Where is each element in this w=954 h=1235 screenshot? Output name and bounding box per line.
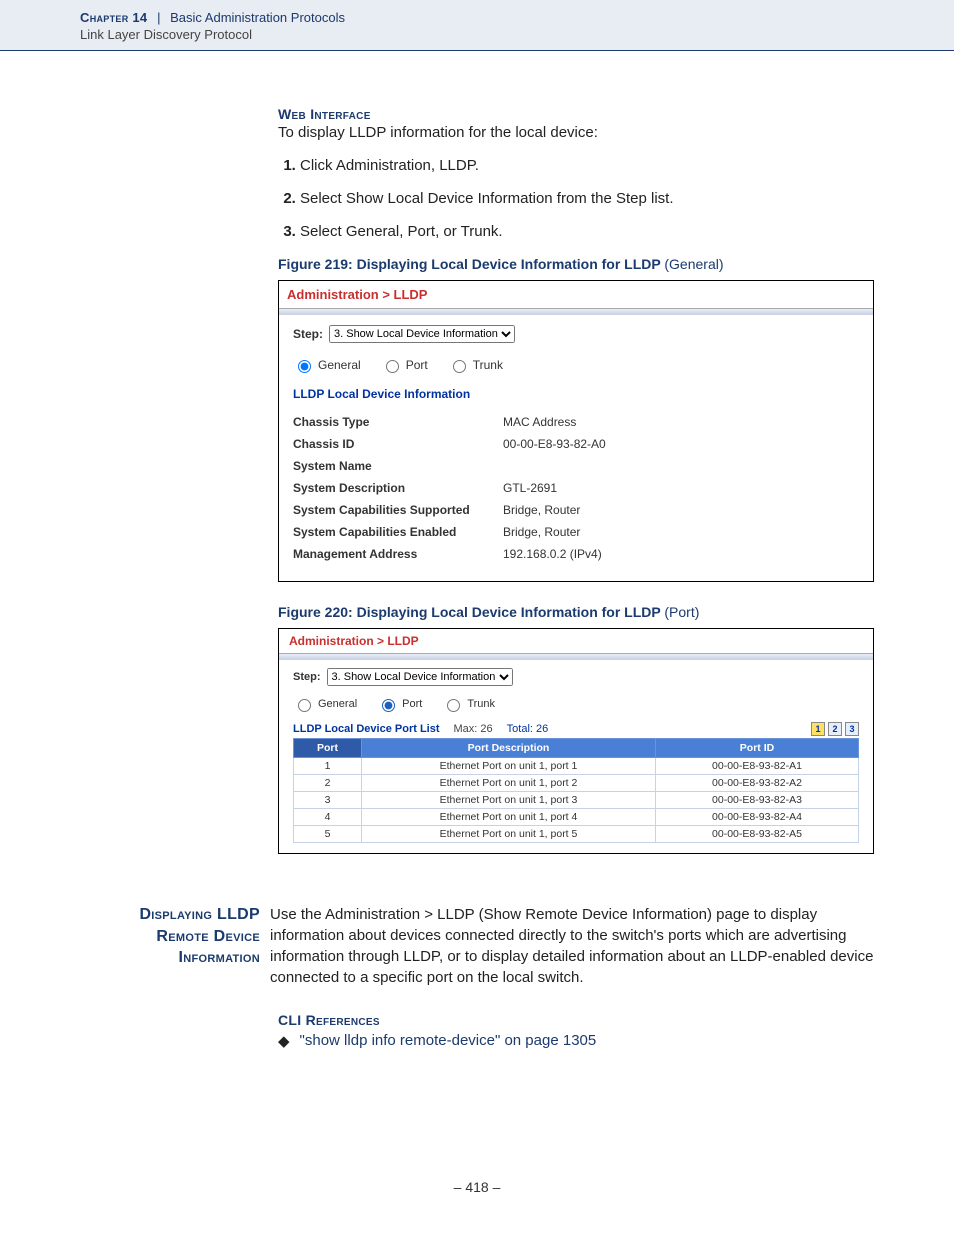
radio-port[interactable]: Port: [377, 696, 422, 712]
section-body: Use the Administration > LLDP (Show Remo…: [270, 904, 874, 988]
table-row: 1Ethernet Port on unit 1, port 100-00-E8…: [294, 758, 859, 775]
port-list-table: Port Port Description Port ID 1Ethernet …: [293, 738, 859, 843]
chapter-subtopic: Link Layer Discovery Protocol: [80, 27, 954, 42]
row-label: System Description: [293, 477, 503, 499]
col-id: Port ID: [656, 739, 859, 758]
list-title: LLDP Local Device Port List: [293, 723, 440, 735]
step-label: Step:: [293, 327, 323, 341]
radio-trunk[interactable]: Trunk: [442, 696, 495, 712]
cli-references-heading: CLI References: [278, 1012, 874, 1028]
cell-id: 00-00-E8-93-82-A1: [656, 758, 859, 775]
caption-text: Figure 219: Displaying Local Device Info…: [278, 256, 660, 272]
figure-220: Administration > LLDP Step: 3. Show Loca…: [278, 628, 874, 854]
heading-line: Remote Device: [120, 926, 260, 948]
cell-desc: Ethernet Port on unit 1, port 4: [362, 809, 656, 826]
radio-general[interactable]: General: [293, 696, 357, 712]
page-number: – 418 –: [0, 1179, 954, 1195]
heading-line: Displaying LLDP: [120, 904, 260, 926]
cell-desc: Ethernet Port on unit 1, port 3: [362, 792, 656, 809]
section-heading: Displaying LLDP Remote Device Informatio…: [0, 904, 270, 969]
radio-port[interactable]: Port: [381, 357, 428, 373]
figure-220-caption: Figure 220: Displaying Local Device Info…: [278, 604, 874, 620]
chapter-label: Chapter 14: [80, 10, 147, 25]
row-label: System Capabilities Supported: [293, 499, 503, 521]
chapter-topic: Basic Administration Protocols: [170, 10, 345, 25]
pager-page[interactable]: 1: [811, 722, 825, 736]
row-label: System Name: [293, 455, 503, 477]
total-label: Total: 26: [507, 723, 549, 735]
row-label: System Capabilities Enabled: [293, 521, 503, 543]
separator: |: [157, 10, 160, 25]
row-value: 00-00-E8-93-82-A0: [503, 433, 859, 455]
cell-port: 4: [294, 809, 362, 826]
caption-paren: (General): [664, 256, 723, 272]
cell-port: 1: [294, 758, 362, 775]
caption-paren: (Port): [664, 604, 699, 620]
cell-port: 2: [294, 775, 362, 792]
radio-group: General Port Trunk: [293, 696, 859, 712]
row-value: MAC Address: [503, 411, 859, 433]
breadcrumb: Administration > LLDP: [279, 281, 873, 309]
cell-id: 00-00-E8-93-82-A5: [656, 826, 859, 843]
step-select[interactable]: 3. Show Local Device Information: [327, 668, 513, 686]
heading-line: Information: [120, 947, 260, 969]
row-value: GTL-2691: [503, 477, 859, 499]
cell-id: 00-00-E8-93-82-A4: [656, 809, 859, 826]
cell-port: 5: [294, 826, 362, 843]
row-label: Chassis Type: [293, 411, 503, 433]
step-item: Select Show Local Device Information fro…: [300, 190, 874, 207]
figure-219-caption: Figure 219: Displaying Local Device Info…: [278, 256, 874, 272]
table-row: 5Ethernet Port on unit 1, port 500-00-E8…: [294, 826, 859, 843]
pager-page[interactable]: 3: [845, 722, 859, 736]
radio-group: General Port Trunk: [293, 357, 859, 373]
col-port: Port: [294, 739, 362, 758]
max-label: Max: 26: [454, 723, 493, 735]
cell-id: 00-00-E8-93-82-A2: [656, 775, 859, 792]
col-desc: Port Description: [362, 739, 656, 758]
cell-desc: Ethernet Port on unit 1, port 2: [362, 775, 656, 792]
table-row: 4Ethernet Port on unit 1, port 400-00-E8…: [294, 809, 859, 826]
step-item: Select General, Port, or Trunk.: [300, 223, 874, 240]
web-interface-heading: Web Interface: [278, 106, 874, 122]
pager: 1 2 3: [811, 722, 859, 736]
breadcrumb: Administration > LLDP: [279, 629, 873, 654]
figure-219: Administration > LLDP Step: 3. Show Loca…: [278, 280, 874, 582]
page-header: Chapter 14 | Basic Administration Protoc…: [0, 0, 954, 51]
table-row: 2Ethernet Port on unit 1, port 200-00-E8…: [294, 775, 859, 792]
bullet-icon: ◆: [278, 1032, 290, 1050]
row-value: Bridge, Router: [503, 499, 859, 521]
steps-list: Click Administration, LLDP. Select Show …: [278, 157, 874, 240]
cell-desc: Ethernet Port on unit 1, port 5: [362, 826, 656, 843]
web-interface-intro: To display LLDP information for the loca…: [278, 122, 874, 143]
table-row: 3Ethernet Port on unit 1, port 300-00-E8…: [294, 792, 859, 809]
row-value: Bridge, Router: [503, 521, 859, 543]
row-value: 192.168.0.2 (IPv4): [503, 543, 859, 565]
cell-port: 3: [294, 792, 362, 809]
subheading: LLDP Local Device Information: [293, 387, 859, 401]
step-label: Step:: [293, 671, 321, 683]
info-table: Chassis TypeMAC Address Chassis ID00-00-…: [293, 411, 859, 565]
pager-page[interactable]: 2: [828, 722, 842, 736]
step-select[interactable]: 3. Show Local Device Information: [329, 325, 515, 343]
caption-text: Figure 220: Displaying Local Device Info…: [278, 604, 660, 620]
radio-trunk[interactable]: Trunk: [448, 357, 503, 373]
step-item: Click Administration, LLDP.: [300, 157, 874, 174]
cell-desc: Ethernet Port on unit 1, port 1: [362, 758, 656, 775]
cli-reference-link[interactable]: "show lldp info remote-device" on page 1…: [300, 1032, 597, 1049]
row-label: Management Address: [293, 543, 503, 565]
cell-id: 00-00-E8-93-82-A3: [656, 792, 859, 809]
row-label: Chassis ID: [293, 433, 503, 455]
row-value: [503, 455, 859, 477]
radio-general[interactable]: General: [293, 357, 361, 373]
